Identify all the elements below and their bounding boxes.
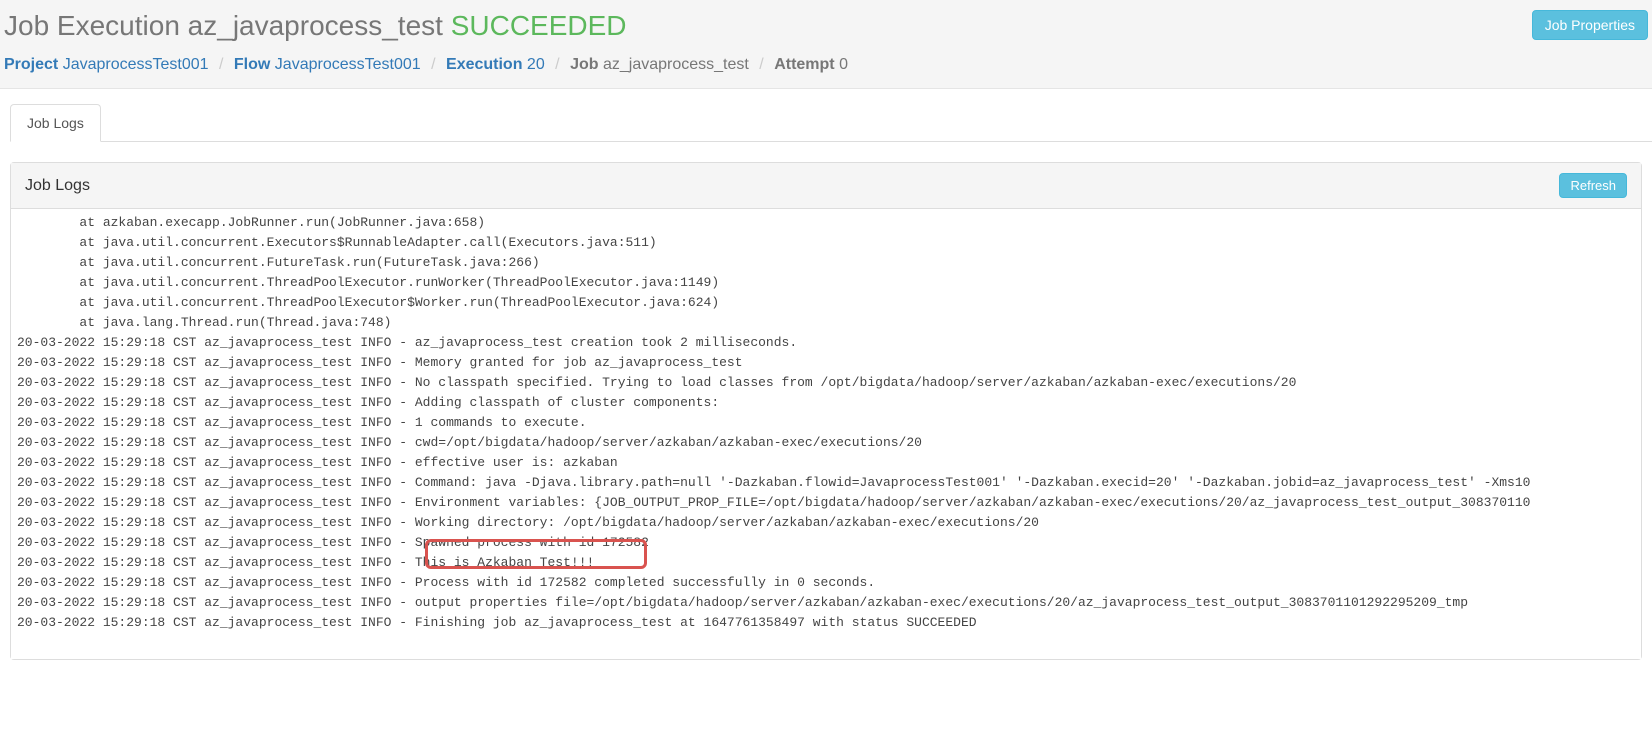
log-line: 20-03-2022 15:29:18 CST az_javaprocess_t… (17, 353, 1635, 373)
log-line: 20-03-2022 15:29:18 CST az_javaprocess_t… (17, 333, 1635, 353)
header-bar: Job Execution az_javaprocess_test SUCCEE… (0, 0, 1652, 89)
log-line: 20-03-2022 15:29:18 CST az_javaprocess_t… (17, 393, 1635, 413)
breadcrumb-flow[interactable]: Flow JavaprocessTest001 (234, 56, 421, 73)
breadcrumb-sep: / (219, 56, 223, 73)
log-line: 20-03-2022 15:29:18 CST az_javaprocess_t… (17, 553, 1635, 573)
log-line: 20-03-2022 15:29:18 CST az_javaprocess_t… (17, 493, 1635, 513)
log-panel: Job Logs Refresh at azkaban.execapp.JobR… (10, 162, 1642, 660)
log-line: at azkaban.execapp.JobRunner.run(JobRunn… (17, 213, 1635, 233)
breadcrumb-project[interactable]: Project JavaprocessTest001 (4, 56, 209, 73)
log-scroll-area[interactable]: at azkaban.execapp.JobRunner.run(JobRunn… (11, 209, 1641, 659)
tabs: Job Logs (10, 103, 1652, 142)
log-line: 20-03-2022 15:29:18 CST az_javaprocess_t… (17, 593, 1635, 613)
refresh-button[interactable]: Refresh (1559, 173, 1627, 198)
log-line: 20-03-2022 15:29:18 CST az_javaprocess_t… (17, 533, 1635, 553)
log-line: 20-03-2022 15:29:18 CST az_javaprocess_t… (17, 473, 1635, 493)
horizontal-scrollbar[interactable] (10, 660, 1642, 678)
log-line: at java.util.concurrent.ThreadPoolExecut… (17, 273, 1635, 293)
breadcrumb-sep: / (555, 56, 559, 73)
log-line: 20-03-2022 15:29:18 CST az_javaprocess_t… (17, 613, 1635, 633)
log-line: 20-03-2022 15:29:18 CST az_javaprocess_t… (17, 573, 1635, 593)
page-title: Job Execution az_javaprocess_test SUCCEE… (4, 10, 627, 42)
log-line: 20-03-2022 15:29:18 CST az_javaprocess_t… (17, 413, 1635, 433)
log-line: 20-03-2022 15:29:18 CST az_javaprocess_t… (17, 453, 1635, 473)
log-output: at azkaban.execapp.JobRunner.run(JobRunn… (11, 209, 1641, 639)
job-properties-button[interactable]: Job Properties (1532, 10, 1648, 40)
title-job-name: az_javaprocess_test (188, 10, 443, 41)
log-line: at java.util.concurrent.Executors$Runnab… (17, 233, 1635, 253)
title-prefix: Job Execution (4, 10, 188, 41)
breadcrumb: Project JavaprocessTest001 / Flow Javapr… (4, 48, 1648, 88)
breadcrumb-job: Job az_javaprocess_test (570, 56, 749, 73)
log-panel-body: at azkaban.execapp.JobRunner.run(JobRunn… (11, 209, 1641, 659)
log-line: 20-03-2022 15:29:18 CST az_javaprocess_t… (17, 433, 1635, 453)
log-line: 20-03-2022 15:29:18 CST az_javaprocess_t… (17, 513, 1635, 533)
breadcrumb-sep: / (759, 56, 763, 73)
log-line: 20-03-2022 15:29:18 CST az_javaprocess_t… (17, 373, 1635, 393)
status-badge: SUCCEEDED (451, 10, 627, 41)
breadcrumb-execution[interactable]: Execution 20 (446, 56, 545, 73)
breadcrumb-attempt: Attempt 0 (774, 56, 848, 73)
log-line: at java.util.concurrent.ThreadPoolExecut… (17, 293, 1635, 313)
log-panel-title: Job Logs (25, 177, 90, 195)
breadcrumb-sep: / (431, 56, 435, 73)
log-line: at java.util.concurrent.FutureTask.run(F… (17, 253, 1635, 273)
log-panel-heading: Job Logs Refresh (11, 163, 1641, 209)
log-line: at java.lang.Thread.run(Thread.java:748) (17, 313, 1635, 333)
tab-job-logs[interactable]: Job Logs (10, 104, 101, 142)
